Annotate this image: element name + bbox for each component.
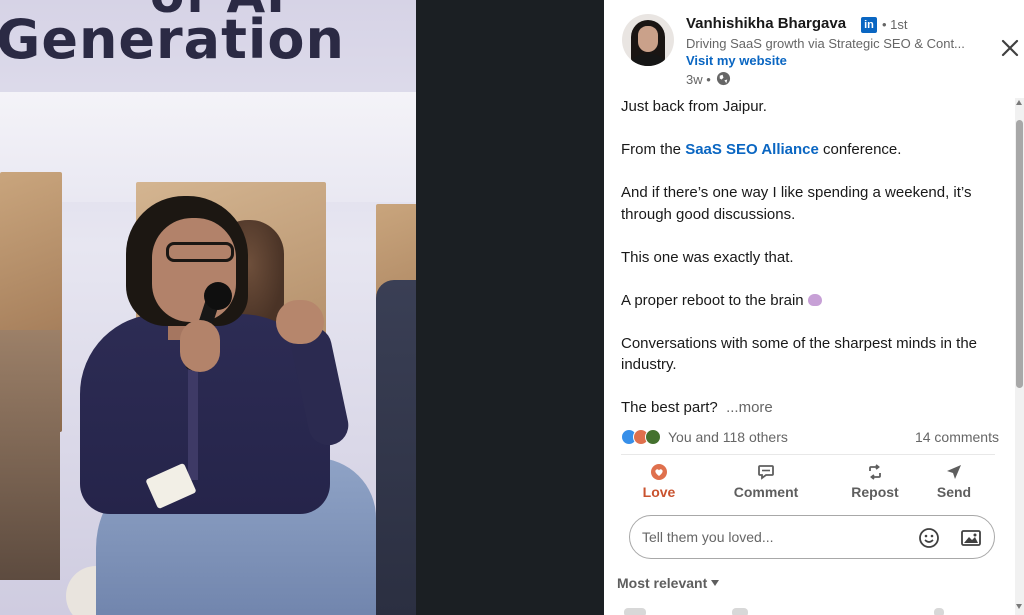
author-name[interactable]: Vanhishikha Bhargava — [686, 15, 846, 32]
send-icon — [947, 465, 961, 479]
comment-avatar-placeholder — [624, 608, 646, 615]
post-timestamp: 3w • — [686, 72, 711, 87]
visit-website-link[interactable]: Visit my website — [686, 53, 787, 68]
post-photo: of AI Generation — [0, 0, 416, 615]
speaker-hand — [276, 300, 324, 344]
comment-icon-placeholder — [732, 608, 748, 615]
scroll-up-arrow-icon[interactable] — [1016, 100, 1022, 105]
globe-icon — [716, 71, 731, 86]
post-paragraph: This one was exactly that. — [621, 248, 794, 266]
post-paragraph: Just back from Jaipur. — [621, 98, 767, 115]
social-counts: You and 118 others 14 comments — [621, 428, 1001, 446]
close-icon[interactable] — [998, 36, 1022, 60]
image-icon[interactable] — [960, 527, 982, 549]
repost-icon — [869, 464, 881, 480]
speaker-glasses — [166, 242, 234, 262]
comments-count[interactable]: 14 comments — [915, 429, 999, 445]
post-paragraph: From the SaaS SEO Alliance conference. — [621, 139, 1001, 161]
banner-text: Generation — [0, 8, 345, 71]
sort-label: Most relevant — [617, 575, 708, 591]
poster — [0, 330, 60, 580]
brain-emoji-icon — [807, 293, 822, 306]
love-button[interactable]: Love — [624, 458, 694, 504]
send-label: Send — [936, 484, 972, 500]
microphone-head — [204, 282, 232, 310]
comment-placeholder: Tell them you loved... — [642, 529, 774, 545]
post-text: Just back from Jaipur. From the SaaS SEO… — [621, 96, 1001, 440]
post-paragraph: And if there’s one way I like spending a… — [621, 184, 972, 223]
post-paragraph: The best part? ...more — [621, 397, 1001, 419]
author-headline: Driving SaaS growth via Strategic SEO & … — [686, 36, 965, 51]
sort-dropdown[interactable]: Most relevant — [617, 575, 720, 591]
post-paragraph: A proper reboot to the brain — [621, 290, 1001, 312]
scrollbar[interactable] — [1015, 98, 1024, 615]
post-detail-panel: Vanhishikha Bhargava in • 1st Driving Sa… — [604, 0, 1024, 615]
comment-label: Comment — [733, 484, 799, 500]
see-more-link[interactable]: ...more — [726, 399, 773, 416]
best-part-text: The best part? — [621, 399, 718, 416]
scrollbar-thumb[interactable] — [1016, 120, 1023, 388]
chevron-down-icon — [711, 580, 720, 586]
comment-icon — [758, 465, 774, 480]
author-header: Vanhishikha Bhargava in • 1st Driving Sa… — [622, 14, 1019, 90]
reaction-icons[interactable] — [621, 429, 665, 445]
conference-prefix: From the — [621, 141, 682, 158]
speaker-hand — [180, 320, 220, 372]
divider — [621, 454, 995, 455]
mention-link[interactable]: SaaS SEO Alliance — [685, 141, 819, 158]
avatar-face — [638, 26, 658, 52]
linkedin-premium-icon: in — [861, 17, 877, 33]
comment-meta-placeholder — [934, 608, 944, 615]
audience-member — [376, 280, 416, 615]
action-bar: Love Comment Repost Send — [614, 458, 1004, 506]
reboot-text: A proper reboot to the brain — [621, 291, 804, 309]
comment-button[interactable]: Comment — [716, 458, 816, 504]
post-paragraph: Conversations with some of the sharpest … — [621, 334, 978, 374]
connection-degree: • 1st — [882, 17, 908, 32]
comment-input[interactable]: Tell them you loved... — [629, 515, 995, 559]
conference-suffix: conference. — [823, 141, 902, 158]
emoji-icon[interactable] — [918, 527, 940, 549]
repost-label: Repost — [851, 484, 899, 500]
repost-button[interactable]: Repost — [830, 458, 920, 504]
media-viewer: of AI Generation — [0, 0, 604, 615]
love-label: Love — [642, 484, 676, 500]
support-reaction-icon — [645, 429, 661, 445]
reactions-count[interactable]: You and 118 others — [668, 429, 788, 445]
comments-preview — [624, 606, 984, 615]
send-button[interactable]: Send — [926, 458, 982, 504]
scroll-down-arrow-icon[interactable] — [1016, 604, 1022, 609]
avatar[interactable] — [622, 14, 674, 66]
heart-icon — [651, 464, 667, 480]
